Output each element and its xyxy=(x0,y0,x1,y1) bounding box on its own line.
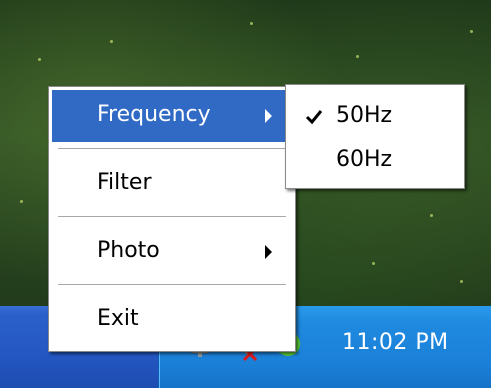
wallpaper-sparkle xyxy=(356,55,359,58)
wallpaper-sparkle xyxy=(20,200,23,203)
frequency-submenu: 50Hz 60Hz xyxy=(285,84,465,189)
menu-item-label: Filter xyxy=(97,170,152,195)
wallpaper-sparkle xyxy=(460,280,463,283)
menu-item-frequency[interactable]: Frequency xyxy=(52,90,290,142)
menu-item-exit[interactable]: Exit xyxy=(52,294,290,346)
submenu-item-label: 60Hz xyxy=(336,147,393,172)
wallpaper-sparkle xyxy=(430,214,433,217)
menu-item-label: Frequency xyxy=(97,102,211,127)
menu-item-photo[interactable]: Photo xyxy=(52,226,290,278)
wallpaper-sparkle xyxy=(250,22,253,25)
wallpaper-sparkle xyxy=(372,262,375,265)
wallpaper-sparkle xyxy=(470,30,473,33)
menu-separator xyxy=(58,148,286,150)
wallpaper-sparkle xyxy=(38,58,41,61)
menu-item-label: Exit xyxy=(97,306,139,331)
submenu-item-label: 50Hz xyxy=(336,103,393,128)
submenu-arrow-icon xyxy=(265,109,272,123)
desktop: 11:02 PM Frequency Filter Photo Exit 50H… xyxy=(0,0,491,388)
checkmark-icon xyxy=(304,107,324,127)
menu-separator xyxy=(58,216,286,218)
submenu-item-60hz[interactable]: 60Hz xyxy=(289,139,459,181)
menu-item-label: Photo xyxy=(97,238,160,263)
submenu-arrow-icon xyxy=(265,245,272,259)
menu-separator xyxy=(58,284,286,286)
tray-context-menu: Frequency Filter Photo Exit xyxy=(48,86,296,352)
menu-item-filter[interactable]: Filter xyxy=(52,158,290,210)
submenu-item-50hz[interactable]: 50Hz xyxy=(289,95,459,137)
wallpaper-sparkle xyxy=(110,40,113,43)
tray-clock[interactable]: 11:02 PM xyxy=(342,330,449,355)
